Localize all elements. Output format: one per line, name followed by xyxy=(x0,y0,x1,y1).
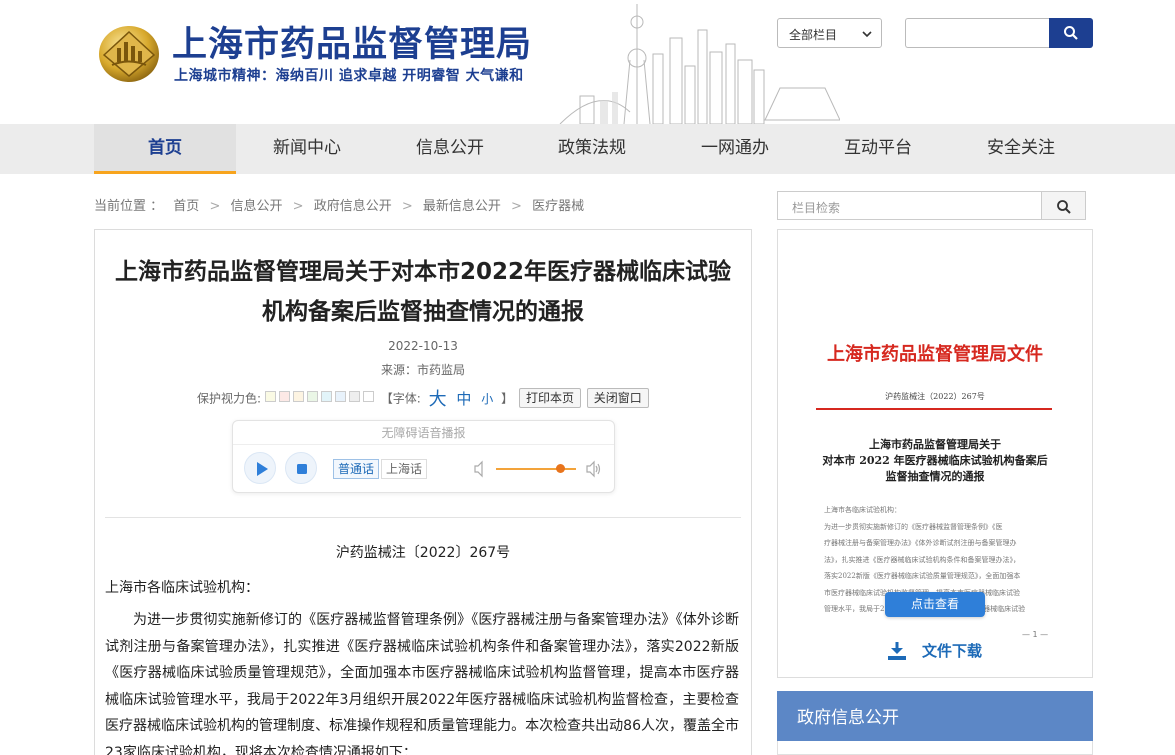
file-download-label: 文件下载 xyxy=(922,642,983,660)
site-title: 上海市药品监督管理局 xyxy=(172,25,533,65)
font-large-button[interactable]: 大 xyxy=(429,389,447,410)
breadcrumb-item[interactable]: 信息公开 xyxy=(230,199,282,214)
stop-icon xyxy=(297,464,307,474)
stop-button[interactable] xyxy=(285,452,317,484)
color-swatch[interactable] xyxy=(306,391,318,402)
font-size-label-close: 】 xyxy=(501,391,514,406)
article-source: 来源：市药监局 xyxy=(380,363,465,377)
column-search-button[interactable] xyxy=(1041,191,1086,220)
site-slogan: 上海城市精神：海纳百川 追求卓越 开明睿智 大气谦和 xyxy=(174,68,524,84)
document-preview-line: 疗器械注册与备案管理办法》《体外诊断试剂注册与备案管理办 xyxy=(824,539,1017,547)
column-search-input[interactable]: 栏目检索 xyxy=(777,191,1042,220)
document-number: 沪药监械注〔2022〕267号 xyxy=(335,545,511,561)
font-size-label-open: 【字体: xyxy=(380,391,421,406)
breadcrumb-separator: > xyxy=(401,199,413,214)
document-preview-line: 为进一步贯彻实施新修订的《医疗器械监督管理条例》《医 xyxy=(824,522,1003,531)
breadcrumb-separator: > xyxy=(292,199,304,214)
site-header: 上海市药品监督管理局 上海城市精神：海纳百川 追求卓越 开明睿智 大气谦和 全部… xyxy=(0,0,1175,124)
document-preview-page-number: — 1 — xyxy=(1022,630,1049,639)
nav-item-safety[interactable]: 安全关注 xyxy=(950,124,1092,174)
breadcrumb-prefix: 当前位置 ： xyxy=(94,199,164,214)
audio-player-title: 无障碍语音播报 xyxy=(233,421,614,445)
color-swatch[interactable] xyxy=(334,391,346,402)
search-icon xyxy=(1064,26,1078,40)
search-icon xyxy=(1057,200,1071,214)
color-swatch[interactable] xyxy=(264,391,276,402)
site-search-input[interactable] xyxy=(905,18,1050,48)
nav-item-info-disclosure[interactable]: 信息公开 xyxy=(379,124,521,174)
category-select-value: 全部栏目 xyxy=(789,28,838,42)
color-swatch[interactable] xyxy=(278,391,290,402)
view-document-button[interactable]: 点击查看 xyxy=(885,592,985,617)
breadcrumb-item[interactable]: 政府信息公开 xyxy=(314,199,392,214)
volume-high-icon xyxy=(586,460,601,478)
volume-slider-handle[interactable] xyxy=(556,464,565,473)
category-select[interactable]: 全部栏目 xyxy=(777,18,882,48)
color-swatch[interactable] xyxy=(320,391,332,402)
site-search-button[interactable] xyxy=(1049,18,1093,48)
document-preview-line: 落实2022新版《医疗器械临床试验质量管理规范》，全面加强本 xyxy=(824,572,1021,580)
document-preview-subtitle-line: 对本市 2022 年医疗器械临床试验机构备案后 xyxy=(822,454,1048,467)
shanghainese-button[interactable]: 上海话 xyxy=(381,459,428,479)
play-button[interactable] xyxy=(244,452,276,484)
breadcrumb-item[interactable]: 医疗器械 xyxy=(532,199,584,214)
nav-item-interaction[interactable]: 互动平台 xyxy=(807,124,949,174)
breadcrumb-item[interactable]: 最新信息公开 xyxy=(423,199,501,214)
color-swatch[interactable] xyxy=(348,391,360,402)
color-swatches xyxy=(264,391,377,405)
gov-info-panel-body xyxy=(777,741,1093,755)
color-swatch[interactable] xyxy=(362,391,374,402)
document-preview-subtitle: 上海市药品监督管理局关于 对本市 2022 年医疗器械临床试验机构备案后 监督抽… xyxy=(778,437,1092,485)
audio-player: 无障碍语音播报 普通话 上海话 xyxy=(232,420,615,493)
article-title-line: 上海市药品监督管理局关于对本市2022年医疗器械临床试验 xyxy=(114,259,731,285)
article-title: 上海市药品监督管理局关于对本市2022年医疗器械临床试验 机构备案后监督抽查情况… xyxy=(95,252,751,332)
article-panel: 上海市药品监督管理局关于对本市2022年医疗器械临床试验 机构备案后监督抽查情况… xyxy=(94,229,752,755)
nav-item-news[interactable]: 新闻中心 xyxy=(236,124,378,174)
mandarin-button[interactable]: 普通话 xyxy=(333,459,380,479)
main-nav: 首页 新闻中心 信息公开 政策法规 一网通办 互动平台 安全关注 xyxy=(0,124,1175,174)
document-preview-header: 上海市药品监督管理局文件 xyxy=(827,344,1043,365)
volume-low-icon xyxy=(474,460,483,478)
gov-info-panel-header[interactable]: 政府信息公开 xyxy=(777,691,1093,741)
document-preview-number: 沪药监械注（2022）267号 xyxy=(885,392,985,401)
document-preview-line: 法》，扎实推进《医疗器械临床试验机构条件和备案管理办法》， xyxy=(824,555,1020,564)
nav-item-policy[interactable]: 政策法规 xyxy=(521,124,663,174)
breadcrumb-separator: > xyxy=(511,199,522,214)
breadcrumb: 当前位置 ： 首页 > 信息公开 > 政府信息公开 > 最新信息公开 > 医疗器… xyxy=(94,195,590,214)
article-body-paragraph: 为进一步贯彻实施新修订的《医疗器械监督管理条例》《医疗器械注册与备案管理办法》《… xyxy=(105,612,739,755)
chevron-down-icon xyxy=(862,31,872,38)
document-preview-subtitle-line: 监督抽查情况的通报 xyxy=(885,470,985,483)
document-preview-subtitle-line: 上海市药品监督管理局关于 xyxy=(869,438,1001,451)
nav-item-online-service[interactable]: 一网通办 xyxy=(664,124,806,174)
breadcrumb-item[interactable]: 首页 xyxy=(173,199,199,214)
nav-item-home[interactable]: 首页 xyxy=(94,124,236,174)
font-medium-button[interactable]: 中 xyxy=(456,390,471,408)
article-date: 2022-10-13 xyxy=(388,339,458,353)
download-icon xyxy=(888,642,906,660)
close-window-button[interactable]: 关闭窗口 xyxy=(586,388,649,408)
play-icon xyxy=(257,462,268,476)
breadcrumb-separator: > xyxy=(209,199,221,214)
document-preview-red-rule xyxy=(816,408,1052,410)
site-logo-icon[interactable] xyxy=(98,24,160,84)
article-title-line: 机构备案后监督抽查情况的通报 xyxy=(262,299,584,325)
document-preview-line: 上海市各临床试验机构： xyxy=(824,506,901,514)
file-download-link[interactable]: 文件下载 xyxy=(886,640,982,661)
print-button[interactable]: 打印本页 xyxy=(518,388,581,408)
document-preview[interactable]: 上海市药品监督管理局文件 沪药监械注（2022）267号 上海市药品监督管理局关… xyxy=(777,229,1093,678)
content-divider xyxy=(105,517,741,518)
salutation: 上海市各临床试验机构： xyxy=(105,580,259,596)
eye-protect-label: 保护视力色: xyxy=(197,391,262,406)
color-swatch[interactable] xyxy=(292,391,304,402)
article-tools: 保护视力色: 【字体: 大 中 小 】 打印本页 关闭窗口 xyxy=(197,385,649,410)
font-small-button[interactable]: 小 xyxy=(481,392,493,406)
